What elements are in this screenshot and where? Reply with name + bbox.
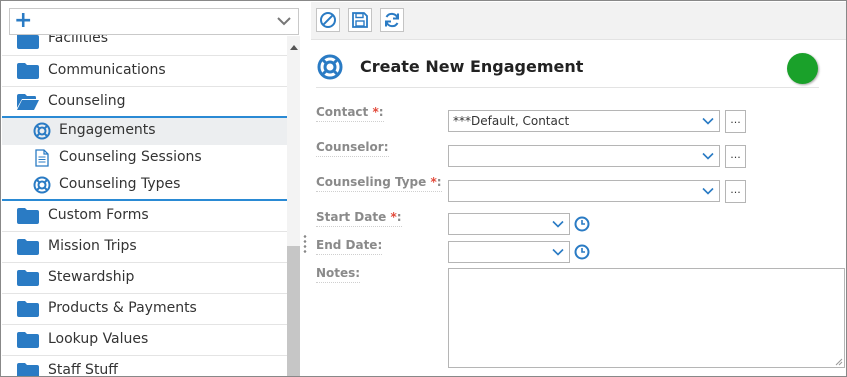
refresh-icon (385, 12, 399, 28)
sidebar-item-products-payments[interactable]: Products & Payments (2, 294, 287, 325)
sidebar-item-label: Mission Trips (48, 238, 137, 254)
sidebar-item-lookup-values[interactable]: Lookup Values (2, 325, 287, 356)
chevron-down-icon[interactable] (702, 185, 714, 197)
contact-select[interactable]: ***Default, Contact (448, 110, 720, 132)
pane-splitter[interactable] (300, 2, 311, 376)
sidebar-subitem-label: Counseling Types (59, 176, 181, 192)
folder-icon (17, 363, 39, 376)
sidebar-subitem-engagements[interactable]: Engagements (2, 118, 287, 145)
add-module-dropdown[interactable]: + (9, 8, 299, 35)
sidebar-item-label: Stewardship (48, 269, 135, 285)
folder-open-icon (17, 94, 39, 110)
contact-label-text: Contact (316, 105, 369, 119)
lifebuoy-icon (33, 176, 51, 194)
chevron-down-icon[interactable] (276, 13, 292, 29)
lifebuoy-icon (33, 122, 51, 140)
sidebar-item-communications[interactable]: Communications (2, 56, 287, 87)
folder-icon (17, 208, 39, 224)
contact-lookup-button[interactable]: ... (725, 110, 746, 133)
cancel-button[interactable] (316, 8, 340, 32)
sidebar-item-staff-stuff[interactable]: Staff Stuff (2, 356, 287, 377)
counseling-subitems: Engagements Counseling Sessions Counseli… (2, 118, 287, 201)
folder-icon (17, 239, 39, 255)
folder-icon (17, 301, 39, 317)
folder-icon (17, 332, 39, 348)
contact-label: Contact *: (316, 105, 384, 122)
save-button[interactable] (348, 8, 372, 32)
counseling-type-label: Counseling Type *: (316, 175, 442, 192)
folder-icon (17, 33, 39, 49)
app-window: Facilities Communications Counseling Eng… (0, 0, 847, 377)
sidebar-item-label: Communications (48, 62, 166, 78)
sidebar-subitem-label: Counseling Sessions (59, 149, 202, 165)
notes-textarea[interactable] (448, 268, 845, 368)
scroll-up-arrow-icon[interactable] (290, 45, 298, 50)
sidebar: Facilities Communications Counseling Eng… (2, 2, 300, 377)
sidebar-subitem-counseling-sessions[interactable]: Counseling Sessions (2, 145, 287, 172)
form-toolbar (311, 2, 846, 40)
sidebar-nav: Facilities Communications Counseling Eng… (2, 26, 287, 377)
contact-label-suffix: : (378, 105, 384, 119)
resize-grip-icon[interactable] (835, 358, 843, 366)
sidebar-item-stewardship[interactable]: Stewardship (2, 263, 287, 294)
end-date-label: End Date: (316, 238, 383, 255)
counselor-lookup-button[interactable]: ... (725, 145, 746, 168)
notes-label: Notes: (316, 266, 361, 283)
form-header: Create New Engagement (316, 52, 819, 88)
sidebar-item-label: Custom Forms (48, 207, 149, 223)
sidebar-subitem-counseling-types[interactable]: Counseling Types (2, 172, 287, 199)
status-indicator (787, 53, 818, 84)
plus-icon[interactable]: + (14, 10, 32, 32)
chevron-down-icon[interactable] (552, 218, 564, 230)
counseling-type-lookup-button[interactable]: ... (725, 180, 746, 203)
refresh-button[interactable] (380, 8, 404, 32)
sidebar-item-label: Counseling (48, 93, 126, 109)
save-icon (352, 12, 368, 28)
chevron-down-icon[interactable] (552, 246, 564, 258)
sidebar-item-mission-trips[interactable]: Mission Trips (2, 232, 287, 263)
counseling-type-select[interactable] (448, 180, 720, 202)
sidebar-subitem-label: Engagements (59, 122, 156, 138)
document-icon (35, 149, 49, 167)
counseling-type-label-suffix: : (436, 175, 442, 189)
chevron-down-icon[interactable] (702, 115, 714, 127)
sidebar-item-label: Products & Payments (48, 300, 197, 316)
folder-icon (17, 63, 39, 79)
sidebar-item-custom-forms[interactable]: Custom Forms (2, 201, 287, 232)
contact-value: ***Default, Contact (453, 114, 570, 128)
main-panel: Create New Engagement Contact *: ***Defa… (311, 2, 846, 376)
sidebar-item-label: Lookup Values (48, 331, 149, 347)
chevron-down-icon[interactable] (702, 150, 714, 162)
sidebar-item-label: Staff Stuff (48, 362, 118, 377)
start-date-input[interactable] (448, 213, 570, 235)
sidebar-item-counseling[interactable]: Counseling (2, 87, 287, 118)
cancel-icon (320, 12, 336, 28)
clock-icon[interactable] (574, 216, 590, 232)
end-date-input[interactable] (448, 241, 570, 263)
clock-icon[interactable] (574, 244, 590, 260)
start-date-label: Start Date *: (316, 210, 402, 227)
lifebuoy-icon (317, 54, 343, 80)
start-date-label-suffix: : (396, 210, 402, 224)
sidebar-scrollbar[interactable] (287, 36, 300, 376)
counselor-select[interactable] (448, 145, 720, 167)
counseling-type-label-text: Counseling Type (316, 175, 427, 189)
drag-handle-icon[interactable] (303, 234, 307, 254)
scrollbar-thumb[interactable] (287, 246, 300, 376)
page-title: Create New Engagement (360, 57, 584, 76)
start-date-label-text: Start Date (316, 210, 387, 224)
folder-icon (17, 270, 39, 286)
counselor-label: Counselor: (316, 140, 389, 157)
